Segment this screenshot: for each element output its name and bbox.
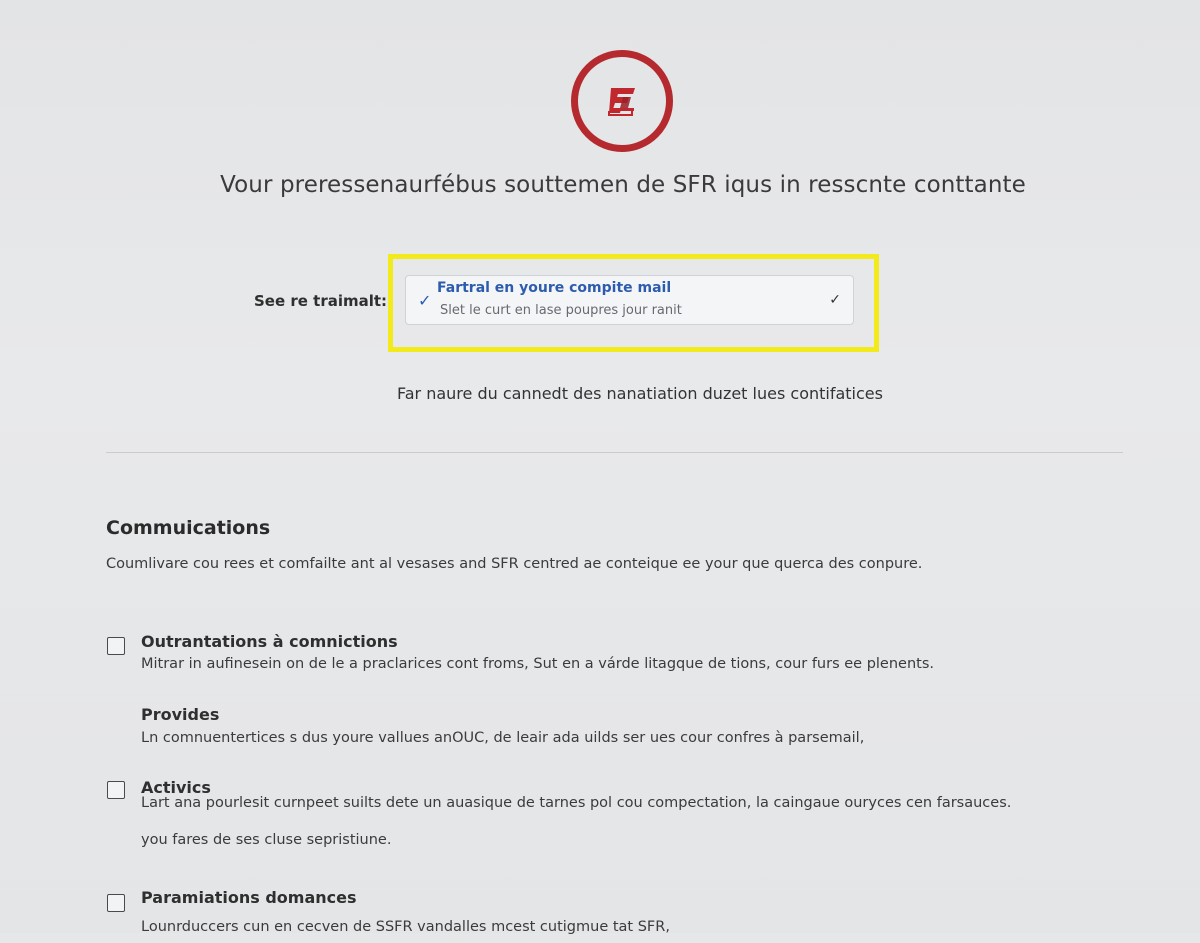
checkbox-option-1[interactable] [107,637,125,655]
checkbox-option-4[interactable] [107,894,125,912]
checkmark-icon: ✓ [418,291,432,310]
sfr-logo [571,50,673,152]
page-headline: Vour preressenaurfébus souttemen de SFR … [220,172,1026,198]
option-1-description: Mitrar in aufinesein on de le a praclari… [141,656,935,672]
checkbox-option-3[interactable] [107,781,125,799]
account-select[interactable]: ✓ Fartral en youre compite mail Slet le … [405,275,854,325]
select-option-title: Fartral en youre compite mail [437,280,672,296]
select-option-subtitle: Slet le curt en lase poupres jour ranit [440,303,682,318]
select-label: See re traimalt: [254,292,388,310]
option-4-title: Paramiations domances [141,888,357,907]
option-3-description-line-2: you fares de ses cluse sepristiune. [141,832,392,848]
sfr-logo-icon [608,88,635,116]
settings-page: Vour preressenaurfébus souttemen de SFR … [0,0,1200,935]
helper-text: Far naure du cannedt des nanatiation duz… [397,384,883,403]
section-title: Commuications [106,517,271,539]
option-3-description-line-1: Lart ana pourlesit curnpeet suilts dete … [141,795,1012,811]
section-description: Coumlivare cou rees et comfailte ant al … [106,556,923,572]
divider [106,452,1123,453]
option-4-description: Lounrduccers cun en cecven de SSFR vanda… [141,919,670,935]
chevron-check-icon: ✓ [829,292,841,308]
option-2-description: Ln comnuentertices s dus youre vallues a… [141,730,865,746]
